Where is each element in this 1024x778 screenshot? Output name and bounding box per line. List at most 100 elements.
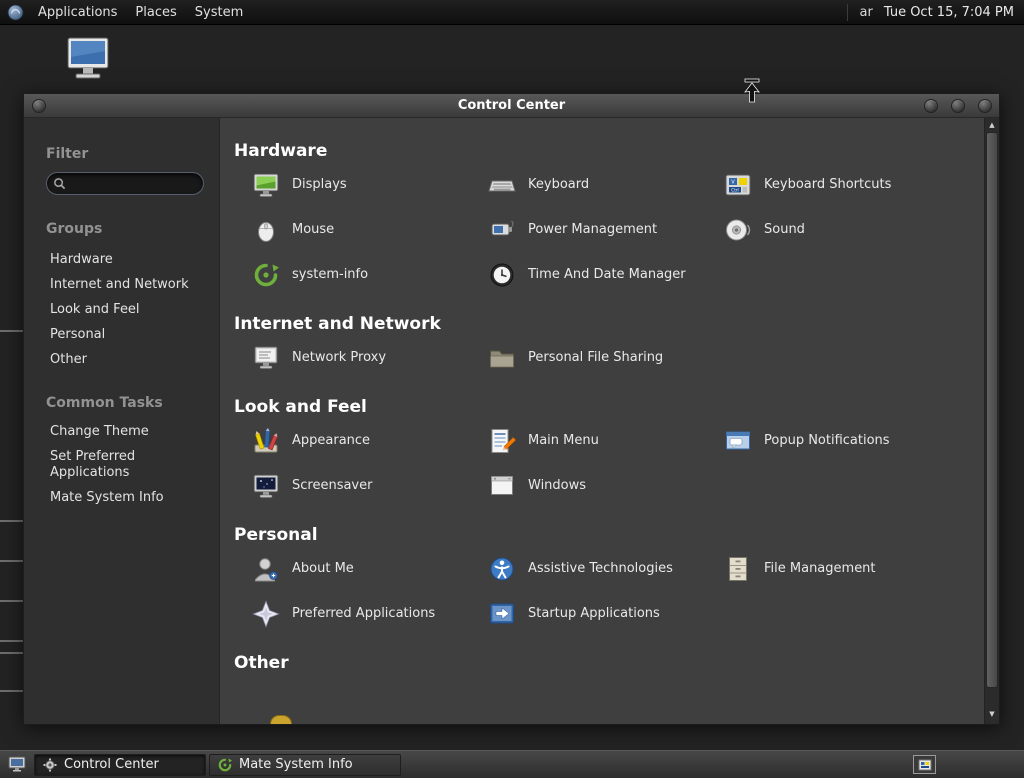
- popup-notifications-icon: [726, 431, 750, 449]
- tray-keyboard-icon: [918, 759, 931, 770]
- time-date-icon: [490, 263, 514, 286]
- launcher-startup-applications[interactable]: Startup Applications: [470, 591, 706, 636]
- launcher-popup-notifications[interactable]: Popup Notifications: [706, 418, 942, 463]
- launcher-screensaver[interactable]: Screensaver: [234, 463, 470, 508]
- launcher-main-menu[interactable]: Main Menu: [470, 418, 706, 463]
- launcher-label: File Management: [764, 561, 876, 576]
- titlebar[interactable]: Control Center: [24, 94, 999, 118]
- launcher-appearance[interactable]: Appearance: [234, 418, 470, 463]
- network-proxy-icon: [254, 346, 278, 369]
- computer-desktop-icon[interactable]: [62, 36, 114, 90]
- launcher-preferred-applications[interactable]: Preferred Applications: [234, 591, 470, 636]
- scrollbar-thumb[interactable]: [986, 132, 998, 688]
- menu-system[interactable]: System: [186, 0, 252, 24]
- launcher-assistive-technologies[interactable]: Assistive Technologies: [470, 546, 706, 591]
- launcher-label: Displays: [292, 177, 347, 192]
- appearance-icon: [254, 427, 278, 452]
- show-desktop-button[interactable]: [4, 754, 30, 776]
- launcher-personal-file-sharing[interactable]: Personal File Sharing: [470, 335, 706, 380]
- sidebar-group-personal[interactable]: Personal: [46, 323, 209, 348]
- task-button-control-center[interactable]: Control Center: [34, 753, 206, 776]
- close-button[interactable]: [978, 98, 992, 113]
- section-title-internet-and-network: Internet and Network: [234, 314, 441, 334]
- show-desktop-icon: [8, 756, 26, 771]
- windows-icon: [491, 475, 513, 495]
- screensaver-icon: [253, 474, 279, 498]
- launcher-label: Keyboard Shortcuts: [764, 177, 892, 192]
- launcher-label: Preferred Applications: [292, 606, 436, 621]
- keyboard-layout-indicator[interactable]: ar: [855, 5, 878, 20]
- distro-menu-icon[interactable]: [7, 3, 24, 21]
- scroll-down-arrow-icon[interactable]: ▼: [985, 708, 999, 720]
- launcher-file-management[interactable]: File Management: [706, 546, 942, 591]
- launcher-label: Popup Notifications: [764, 433, 890, 448]
- common-task-mate-system-info[interactable]: Mate System Info: [46, 486, 209, 511]
- launcher-displays[interactable]: Displays: [234, 162, 470, 207]
- mouse-icon: [258, 221, 274, 242]
- launcher-label: Time And Date Manager: [528, 267, 686, 282]
- launcher-time-and-date[interactable]: Time And Date Manager: [470, 252, 706, 297]
- displays-icon: [253, 173, 279, 197]
- scroll-up-arrow-icon[interactable]: ▲: [985, 119, 999, 131]
- panel-clock[interactable]: Tue Oct 15, 7:04 PM: [878, 5, 1024, 20]
- launcher-keyboard-shortcuts[interactable]: V Ctrl Keyboard Shortcuts: [706, 162, 942, 207]
- window-menu-button[interactable]: [32, 98, 46, 113]
- control-center-window: Control Center Filter Groups Hardware In…: [23, 93, 1000, 725]
- svg-text:Ctrl: Ctrl: [731, 187, 738, 192]
- vertical-scrollbar[interactable]: ▲ ▼: [984, 118, 999, 724]
- section-title-other: Other: [234, 653, 289, 673]
- task-button-mate-system-info[interactable]: Mate System Info: [209, 753, 401, 776]
- section-title-personal: Personal: [234, 525, 318, 545]
- about-me-icon: [255, 557, 278, 581]
- launcher-label: Appearance: [292, 433, 371, 448]
- launcher-label: Windows: [528, 478, 587, 493]
- keyboard-icon: [488, 180, 516, 191]
- assistive-technologies-icon: [490, 557, 514, 580]
- background-window-edge: [0, 330, 23, 332]
- background-window-edge: [0, 560, 23, 562]
- launcher-power-management[interactable]: Power Management: [470, 207, 706, 252]
- sidebar-group-hardware[interactable]: Hardware: [46, 248, 209, 273]
- minimize-button[interactable]: [924, 98, 938, 113]
- launcher-windows[interactable]: Windows: [470, 463, 706, 508]
- sidebar-group-internet-and-network[interactable]: Internet and Network: [46, 273, 209, 298]
- startup-applications-icon: [490, 603, 514, 623]
- maximize-button[interactable]: [951, 98, 965, 113]
- background-window-edge: [0, 600, 23, 602]
- launcher-label: Mouse: [292, 222, 335, 237]
- task-label: Control Center: [64, 757, 159, 772]
- launcher-label: system-info: [292, 267, 369, 282]
- launcher-label: Assistive Technologies: [528, 561, 673, 576]
- preferred-applications-icon: [252, 599, 280, 628]
- clipped-launcher-icon[interactable]: [270, 715, 292, 724]
- sidebar-group-look-and-feel[interactable]: Look and Feel: [46, 298, 209, 323]
- launcher-about-me[interactable]: About Me: [234, 546, 470, 591]
- sidebar-group-other[interactable]: Other: [46, 348, 209, 373]
- tray-keyboard-layout-cell[interactable]: [913, 755, 936, 774]
- system-info-icon: [218, 758, 232, 771]
- launcher-mouse[interactable]: Mouse: [234, 207, 470, 252]
- search-input[interactable]: [70, 176, 197, 191]
- keyboard-shortcuts-icon: V Ctrl: [725, 174, 751, 195]
- launcher-label: Keyboard: [528, 177, 590, 192]
- menu-applications[interactable]: Applications: [29, 0, 126, 24]
- launcher-keyboard[interactable]: Keyboard: [470, 162, 706, 207]
- common-task-change-theme[interactable]: Change Theme: [46, 420, 209, 445]
- mouse-cursor-resize-top: [744, 78, 760, 103]
- launcher-system-info[interactable]: system-info: [234, 252, 470, 297]
- panel-separator: [846, 3, 848, 21]
- launcher-network-proxy[interactable]: Network Proxy: [234, 335, 470, 380]
- shell-content: Hardware Displays Keyboard V Ctrl Keyboa…: [220, 118, 984, 724]
- filter-search-box[interactable]: [46, 172, 204, 195]
- panel-right-area: ar Tue Oct 15, 7:04 PM: [840, 0, 1024, 24]
- task-label: Mate System Info: [239, 757, 353, 772]
- launcher-label: Screensaver: [292, 478, 373, 493]
- common-task-set-preferred-applications[interactable]: Set Preferred Applications: [46, 445, 209, 486]
- window-title: Control Center: [457, 98, 566, 113]
- launcher-label: Power Management: [528, 222, 658, 237]
- launcher-sound[interactable]: Sound: [706, 207, 942, 252]
- menu-places[interactable]: Places: [126, 0, 185, 24]
- file-management-icon: [729, 556, 747, 581]
- svg-text:V: V: [731, 179, 735, 185]
- power-management-icon: [491, 220, 514, 235]
